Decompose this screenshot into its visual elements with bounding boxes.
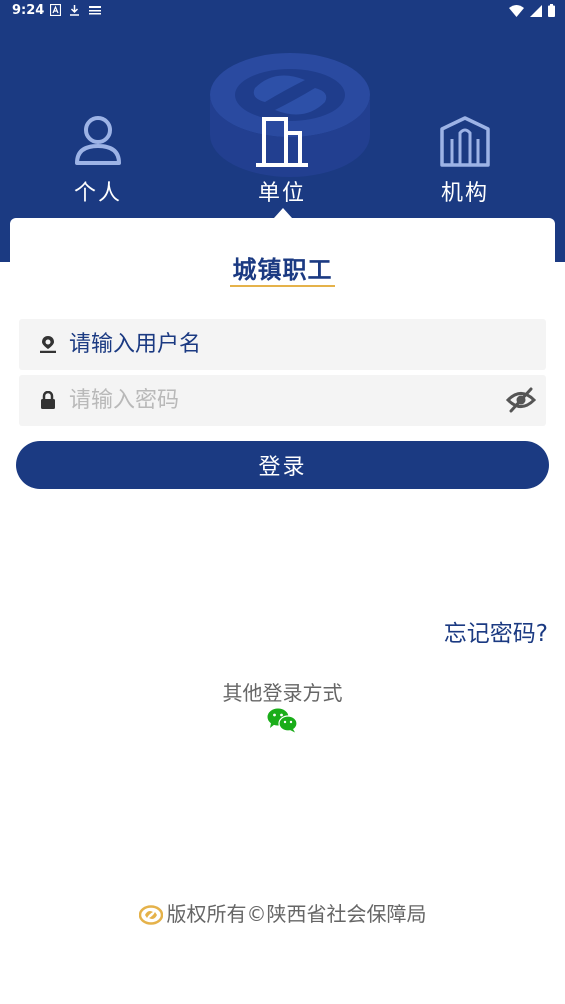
username-field bbox=[19, 319, 546, 370]
wechat-icon[interactable] bbox=[267, 707, 298, 733]
password-field bbox=[19, 375, 546, 426]
person-icon bbox=[75, 116, 121, 165]
institution-icon bbox=[440, 116, 490, 167]
lock-icon bbox=[41, 391, 55, 409]
a-icon bbox=[50, 4, 61, 16]
username-input[interactable] bbox=[69, 327, 499, 361]
social-security-logo-icon bbox=[138, 905, 163, 925]
wifi-icon bbox=[509, 4, 524, 17]
login-button[interactable]: 登录 bbox=[16, 441, 549, 489]
battery-icon bbox=[548, 4, 555, 17]
tab-personal[interactable]: 个人 bbox=[38, 115, 158, 210]
status-bar: 9:24 bbox=[0, 0, 565, 24]
other-login-label: 其他登录方式 bbox=[222, 681, 343, 705]
password-input[interactable] bbox=[69, 383, 499, 417]
eye-off-icon[interactable] bbox=[506, 387, 536, 413]
card-title: 城镇职工 bbox=[232, 256, 333, 284]
notification-icon bbox=[89, 6, 101, 15]
tab-personal-label: 个人 bbox=[73, 181, 122, 206]
tab-org[interactable]: 机构 bbox=[405, 115, 525, 210]
tab-unit-label: 单位 bbox=[257, 181, 306, 206]
download-icon bbox=[70, 5, 79, 16]
card-title-underline bbox=[230, 285, 335, 287]
status-time: 9:24 bbox=[12, 3, 45, 18]
tab-org-label: 机构 bbox=[440, 181, 489, 206]
copyright-text: 版权所有©陕西省社会保障局 bbox=[166, 902, 427, 926]
building-icon bbox=[256, 117, 308, 167]
active-tab-indicator bbox=[274, 208, 292, 218]
signal-icon bbox=[530, 4, 542, 17]
tab-unit[interactable]: 单位 bbox=[222, 115, 342, 210]
forgot-password-link[interactable]: 忘记密码? bbox=[444, 614, 548, 648]
footer: 版权所有©陕西省社会保障局 bbox=[0, 898, 565, 927]
user-pin-icon bbox=[40, 336, 56, 353]
